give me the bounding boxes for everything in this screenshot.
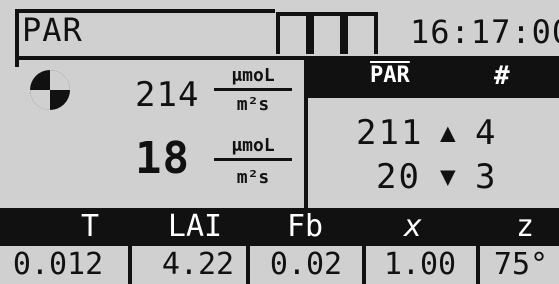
value-separator-3 — [362, 246, 366, 284]
par-reading-top: 214 — [135, 75, 200, 115]
unit-bottom-denominator: m²s — [236, 167, 270, 188]
right-row-1-count: 4 — [475, 113, 498, 153]
value-separator-1 — [128, 246, 132, 284]
value-separator-2 — [246, 246, 250, 284]
tab-slot-2[interactable] — [310, 12, 344, 54]
value-fb: 0.02 — [269, 247, 343, 282]
value-separator-4 — [476, 246, 480, 284]
unit-bottom-fraction-line — [214, 158, 292, 161]
unit-top-numerator: μmoL — [231, 65, 275, 86]
up-arrow-icon: ▲ — [440, 118, 456, 148]
value-x: 1.00 — [383, 247, 457, 282]
col-header-z: z — [515, 209, 535, 244]
value-z: 75° — [493, 247, 549, 282]
unit-top-fraction-line — [214, 88, 292, 91]
down-arrow-icon: ▼ — [440, 162, 456, 192]
col-header-t: T — [80, 209, 100, 244]
sensor-disc-icon — [30, 70, 70, 110]
tab-slot-1[interactable] — [276, 12, 310, 54]
right-header-count: # — [494, 61, 510, 91]
right-row-1-par: 211 — [356, 113, 424, 153]
right-row-2-par: 20 — [376, 157, 421, 197]
lcd-screen: PAR 16:17:00 214 μmoL m²s 18 μmoL m²s PA… — [0, 0, 559, 284]
screen-title: PAR — [22, 11, 83, 49]
value-lai: 4.22 — [161, 247, 235, 282]
right-header-par: PAR — [370, 63, 410, 88]
unit-top-denominator: m²s — [236, 94, 270, 115]
tab-slot-3[interactable] — [344, 12, 378, 54]
col-header-fb: Fb — [286, 209, 324, 244]
right-panel-header — [306, 58, 559, 98]
clock-time: 16:17:00 — [410, 13, 559, 51]
col-header-x: x — [403, 209, 423, 244]
col-header-lai: LAI — [167, 209, 223, 244]
value-t: 0.012 — [12, 247, 104, 282]
right-row-2-count: 3 — [475, 157, 498, 197]
unit-bottom-numerator: μmoL — [231, 135, 275, 156]
par-reading-bottom: 18 — [135, 133, 190, 184]
